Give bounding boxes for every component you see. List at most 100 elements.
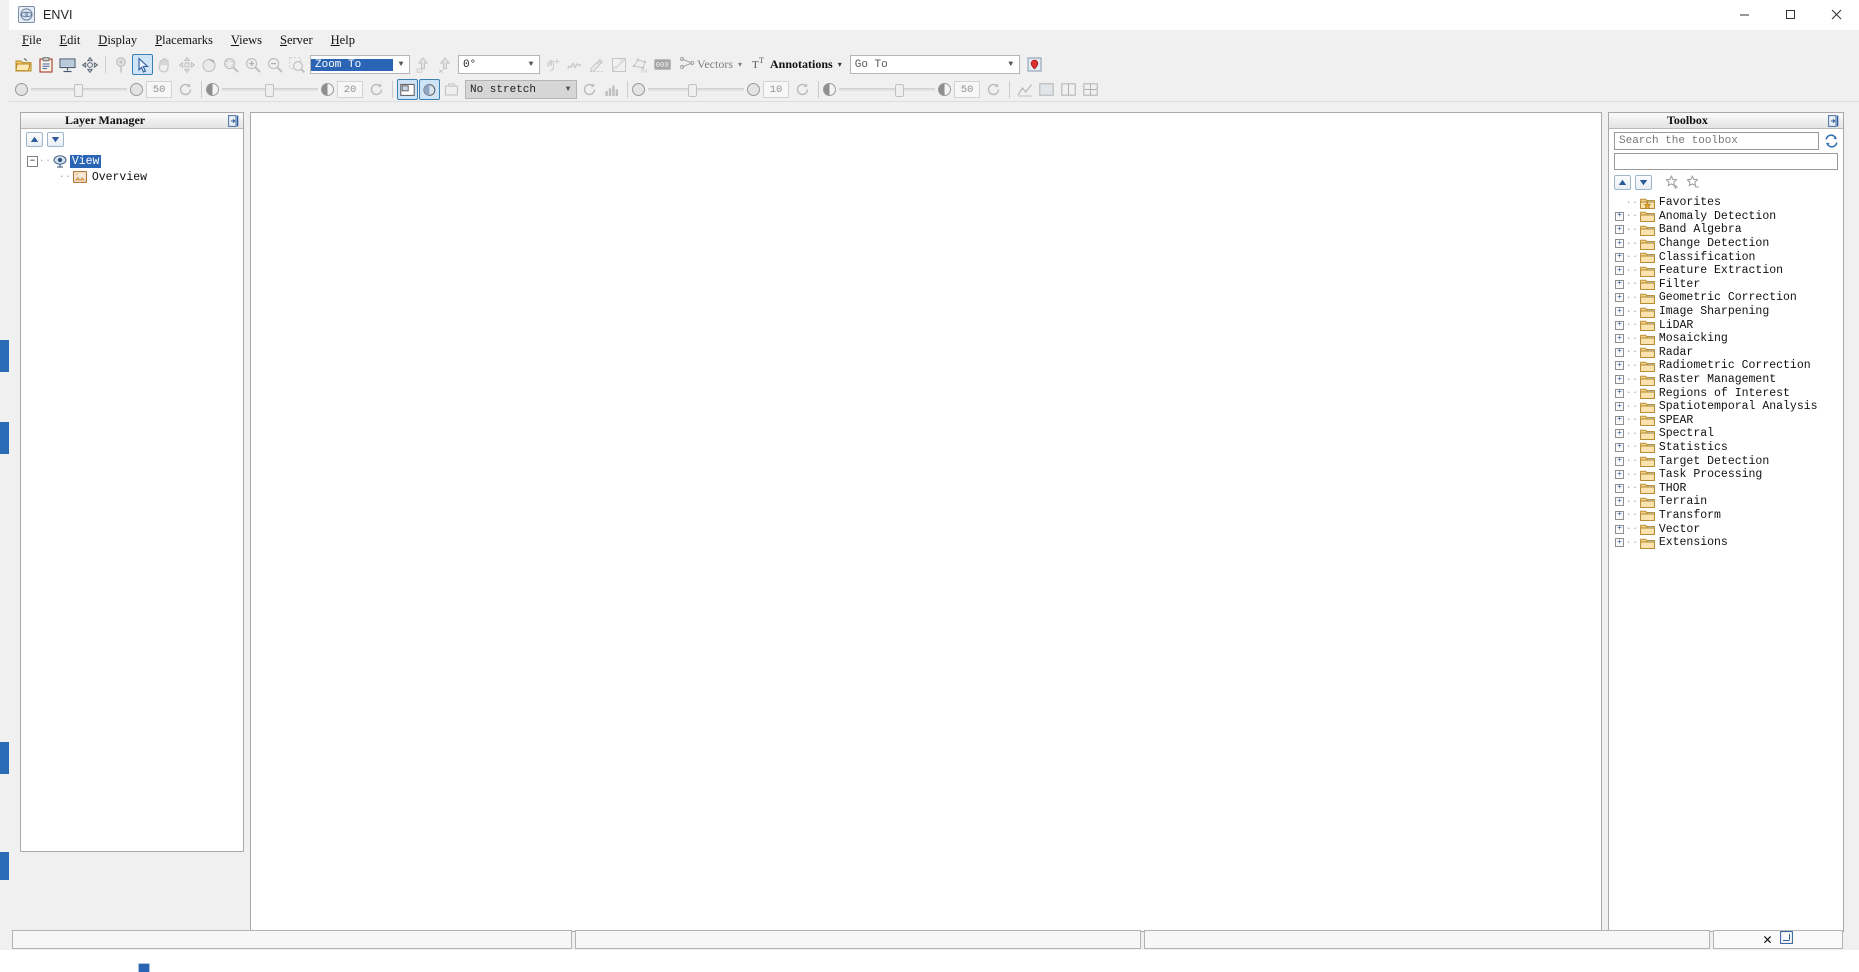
- toolbox-move-down-button[interactable]: [1635, 175, 1652, 190]
- expander-icon[interactable]: +: [1615, 429, 1624, 439]
- zoom-region-icon[interactable]: [286, 54, 307, 75]
- chevron-down-icon[interactable]: ▼: [393, 56, 409, 73]
- expander-icon[interactable]: +: [1615, 470, 1624, 480]
- expander-icon[interactable]: +: [1615, 334, 1624, 344]
- transparency-track[interactable]: [31, 84, 127, 97]
- expander-icon[interactable]: +: [1615, 252, 1624, 262]
- expander-icon[interactable]: +: [1615, 497, 1624, 507]
- toolbox-item-band-algebra[interactable]: + ·· Band Algebra: [1615, 223, 1843, 237]
- sharpen-thumb[interactable]: [894, 84, 904, 97]
- layer-move-up-button[interactable]: [26, 131, 43, 147]
- chevron-down-icon[interactable]: ▼: [1003, 56, 1019, 73]
- search-input[interactable]: Search the toolbox: [1614, 132, 1819, 150]
- contrast-slider[interactable]: [645, 84, 747, 97]
- pan-hand-icon[interactable]: [154, 54, 175, 75]
- taskbar-icon[interactable]: [138, 963, 150, 972]
- toolbox-item-regions-of-interest[interactable]: + ·· Regions of Interest: [1615, 386, 1843, 400]
- sharpen-track[interactable]: [839, 84, 935, 97]
- expander-icon[interactable]: +: [1615, 402, 1624, 412]
- chart-line-icon[interactable]: [1014, 79, 1035, 100]
- brightness-value[interactable]: 20: [337, 81, 363, 98]
- expander-icon[interactable]: +: [1615, 279, 1624, 289]
- select-arrow-icon[interactable]: [132, 54, 153, 75]
- chevron-down-icon[interactable]: ▾: [738, 60, 742, 69]
- chevron-down-icon[interactable]: ▾: [838, 60, 842, 69]
- compass-arrows-icon[interactable]: [79, 54, 100, 75]
- toolbox-item-extensions[interactable]: + ·· Extensions: [1615, 536, 1843, 550]
- toolbox-move-up-button[interactable]: [1614, 175, 1631, 190]
- contrast-value[interactable]: 10: [763, 81, 789, 98]
- expander-icon[interactable]: +: [1615, 239, 1624, 249]
- transparency-value[interactable]: 50: [146, 81, 172, 98]
- toolbox-item-terrain[interactable]: + ·· Terrain: [1615, 495, 1843, 509]
- toolbox-item-image-sharpening[interactable]: + ·· Image Sharpening: [1615, 305, 1843, 319]
- expander-icon[interactable]: +: [1615, 347, 1624, 357]
- stretch-combo[interactable]: No stretch ▼: [465, 80, 577, 99]
- expander-icon[interactable]: +: [1615, 225, 1624, 235]
- expander-icon[interactable]: +: [1615, 510, 1624, 520]
- blend-portal-icon[interactable]: [419, 79, 440, 100]
- roi-tool-icon[interactable]: roi: [630, 54, 651, 75]
- toolbox-item-vector[interactable]: + ·· Vector: [1615, 522, 1843, 536]
- expander-icon[interactable]: +: [1615, 456, 1624, 466]
- expander-icon[interactable]: +: [1615, 320, 1624, 330]
- rotate-north-icon[interactable]: [434, 54, 455, 75]
- menu-server[interactable]: Server: [271, 31, 322, 49]
- reset-sharpen-icon[interactable]: [983, 79, 1004, 100]
- histogram-icon[interactable]: [601, 79, 622, 100]
- toolbox-item-radiometric-correction[interactable]: + ·· Radiometric Correction: [1615, 359, 1843, 373]
- spectral-profile-icon[interactable]: [564, 54, 585, 75]
- toolbox-item-mosaicking[interactable]: + ·· Mosaicking: [1615, 332, 1843, 346]
- resize-grip-icon[interactable]: [1780, 930, 1793, 948]
- annotations-menu[interactable]: T T Annotations ▾: [752, 56, 842, 74]
- reset-contrast-icon[interactable]: [792, 79, 813, 100]
- reset-transparency-icon[interactable]: [175, 79, 196, 100]
- star-remove-icon[interactable]: [1685, 175, 1702, 190]
- pixel-counter-icon[interactable]: 008: [652, 54, 673, 75]
- zoom-out-icon[interactable]: [264, 54, 285, 75]
- expander-icon[interactable]: +: [1615, 442, 1624, 452]
- toolbox-item-transform[interactable]: + ·· Transform: [1615, 509, 1843, 523]
- menu-file[interactable]: File: [13, 31, 50, 49]
- toolbox-item-lidar[interactable]: + ·· LiDAR: [1615, 318, 1843, 332]
- expander-icon[interactable]: +: [1615, 211, 1624, 221]
- contrast-thumb[interactable]: [688, 84, 698, 97]
- expander-icon[interactable]: +: [1615, 538, 1624, 548]
- toolbox-item-spectral[interactable]: + ·· Spectral: [1615, 427, 1843, 441]
- toolbox-item-thor[interactable]: + ·· THOR: [1615, 481, 1843, 495]
- chevron-down-icon[interactable]: ▼: [560, 81, 576, 98]
- menu-display[interactable]: Display: [89, 31, 146, 49]
- crosshair-cursor-icon[interactable]: [542, 54, 563, 75]
- expander-icon[interactable]: +: [1615, 375, 1624, 385]
- expander-icon[interactable]: +: [1615, 307, 1624, 317]
- expander-icon[interactable]: +: [1615, 524, 1624, 534]
- clipboard-icon[interactable]: [35, 54, 56, 75]
- pin-panel-icon[interactable]: [227, 114, 240, 127]
- reset-stretch-icon[interactable]: [579, 79, 600, 100]
- toolbox-item-task-processing[interactable]: + ·· Task Processing: [1615, 468, 1843, 482]
- menu-edit[interactable]: Edit: [50, 31, 89, 49]
- close-button[interactable]: [1813, 0, 1859, 30]
- zoom-in-icon[interactable]: [242, 54, 263, 75]
- menu-views[interactable]: Views: [222, 31, 271, 49]
- flicker-icon[interactable]: [441, 79, 462, 100]
- toolbox-item-statistics[interactable]: + ·· Statistics: [1615, 441, 1843, 455]
- toolbox-item-spatiotemporal-analysis[interactable]: + ·· Spatiotemporal Analysis: [1615, 400, 1843, 414]
- zoom-to-combo[interactable]: Zoom To ▼: [310, 55, 410, 74]
- open-file-icon[interactable]: [13, 54, 34, 75]
- vectors-menu[interactable]: Vectors ▾: [679, 56, 742, 73]
- toolbox-item-anomaly-detection[interactable]: + ·· Anomaly Detection: [1615, 210, 1843, 224]
- layer-move-down-button[interactable]: [47, 131, 64, 147]
- transparency-slider[interactable]: [28, 84, 130, 97]
- reset-brightness-icon[interactable]: [366, 79, 387, 100]
- toolbox-item-spear[interactable]: + ·· SPEAR: [1615, 414, 1843, 428]
- view-single-icon[interactable]: [1036, 79, 1057, 100]
- star-add-icon[interactable]: [1664, 175, 1681, 190]
- display-screen-icon[interactable]: [57, 54, 78, 75]
- toolbox-item-feature-extraction[interactable]: + ·· Feature Extraction: [1615, 264, 1843, 278]
- minimize-button[interactable]: [1721, 0, 1767, 30]
- rotate-icon[interactable]: [198, 54, 219, 75]
- menu-help[interactable]: Help: [322, 31, 364, 49]
- toolbox-item-filter[interactable]: + ·· Filter: [1615, 278, 1843, 292]
- tree-row-overview[interactable]: ·· Overview: [21, 169, 243, 185]
